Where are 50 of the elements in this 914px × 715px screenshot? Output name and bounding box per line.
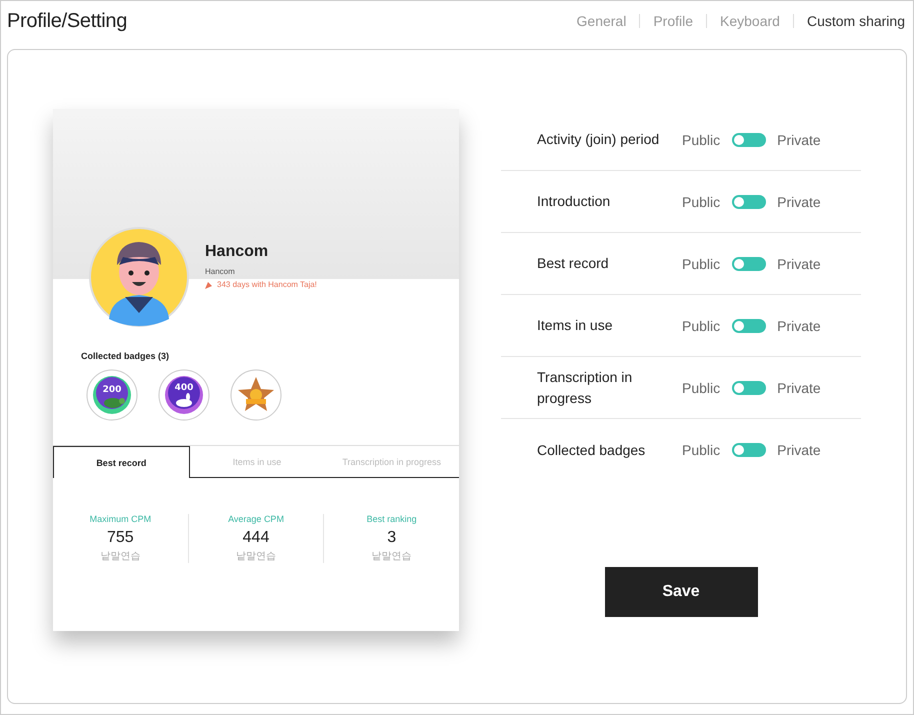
avatar-icon bbox=[89, 227, 189, 327]
setting-name: Best record bbox=[537, 254, 610, 273]
privacy-toggle[interactable] bbox=[732, 256, 766, 270]
page-title: Profile/Setting bbox=[7, 10, 128, 32]
nav-tab[interactable]: General bbox=[564, 13, 640, 29]
badges-title: Collected badges (3) bbox=[81, 351, 170, 361]
privacy-toggle[interactable] bbox=[732, 132, 766, 146]
privacy-toggle[interactable] bbox=[732, 194, 766, 208]
record-tab[interactable]: Items in use bbox=[190, 446, 324, 478]
privacy-toggle[interactable] bbox=[732, 318, 766, 332]
star-badge bbox=[230, 369, 282, 421]
turtle-badge: 200 bbox=[86, 369, 138, 421]
private-label: Private bbox=[777, 256, 821, 272]
record-tab[interactable]: Best record bbox=[53, 446, 190, 478]
profile-name: Hancom bbox=[205, 243, 270, 261]
membership-days: 343 days with Hancom Taja! bbox=[217, 280, 317, 289]
private-label: Private bbox=[777, 318, 821, 334]
save-button[interactable]: Save bbox=[604, 567, 758, 617]
privacy-toggle[interactable] bbox=[732, 380, 766, 394]
public-label: Public bbox=[682, 132, 720, 148]
stat-value: 3 bbox=[387, 529, 396, 547]
nav-tab[interactable]: Keyboard bbox=[707, 13, 793, 29]
privacy-toggle[interactable] bbox=[732, 443, 766, 457]
private-label: Private bbox=[777, 194, 821, 210]
public-label: Public bbox=[682, 380, 720, 396]
stat-value: 755 bbox=[106, 529, 134, 547]
private-label: Private bbox=[777, 442, 821, 458]
stat-caption: 낱말연습 bbox=[236, 550, 276, 563]
nav-tab[interactable]: Custom sharing bbox=[794, 13, 905, 29]
public-label: Public bbox=[682, 318, 720, 334]
setting-name: Items in use bbox=[537, 316, 614, 335]
username: Hancom bbox=[205, 267, 236, 276]
rabbit-badge: 400 bbox=[158, 369, 210, 421]
public-label: Public bbox=[682, 194, 720, 210]
stat-caption: 낱말연습 bbox=[372, 550, 412, 563]
setting-name: Collected badges bbox=[537, 440, 646, 460]
record-tab[interactable]: Transcription in progress bbox=[324, 446, 460, 478]
private-label: Private bbox=[777, 380, 821, 396]
stat-caption: 낱말연습 bbox=[100, 550, 140, 563]
private-label: Private bbox=[777, 132, 821, 148]
setting-name: Introduction bbox=[537, 192, 612, 211]
setting-name: Transcription in progress bbox=[537, 368, 634, 408]
nav-tab[interactable]: Profile bbox=[640, 13, 706, 29]
public-label: Public bbox=[682, 442, 720, 458]
stat-label: Average CPM bbox=[228, 514, 284, 524]
stat-label: Maximum CPM bbox=[90, 514, 152, 524]
setting-name: Activity (join) period bbox=[537, 130, 660, 149]
stat-value: 444 bbox=[242, 529, 270, 547]
stat-label: Best ranking bbox=[366, 514, 417, 524]
public-label: Public bbox=[682, 256, 720, 272]
